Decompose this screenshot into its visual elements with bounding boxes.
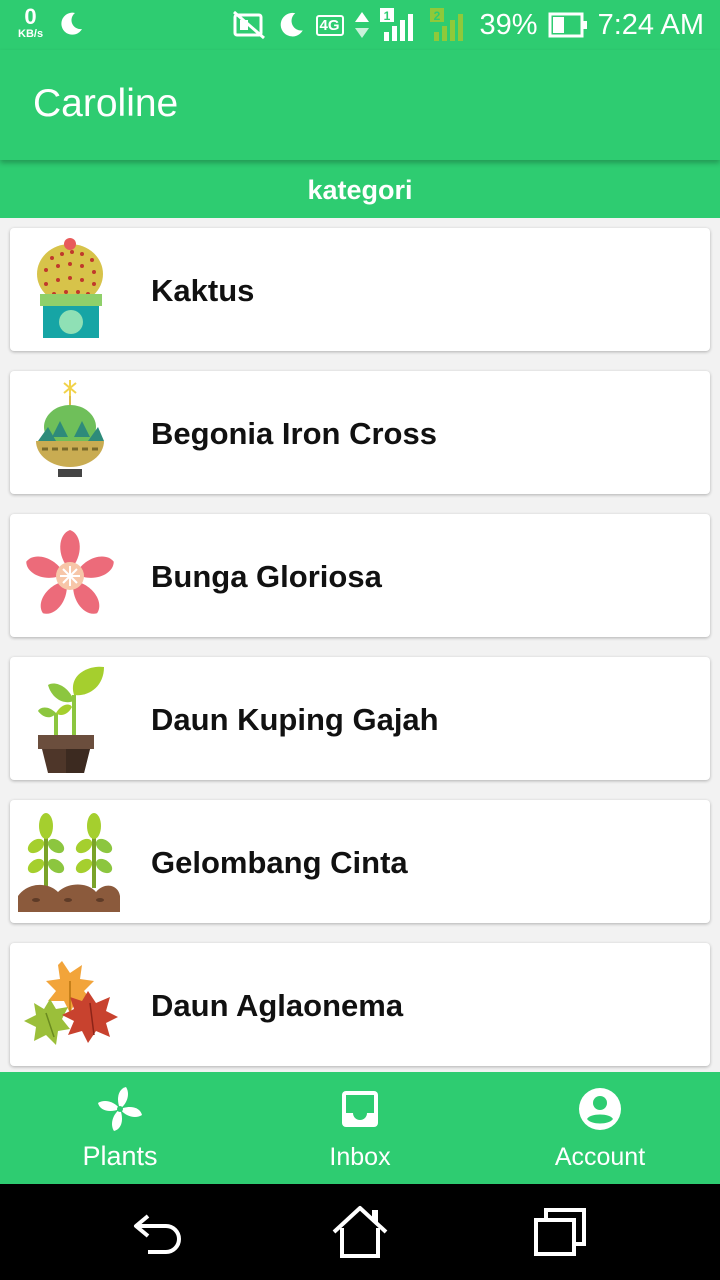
- battery-percent: 39%: [479, 8, 538, 41]
- plant-name: Daun Aglaonema: [151, 988, 404, 1023]
- recent-apps-icon[interactable]: [530, 1204, 590, 1260]
- nav-label: Inbox: [329, 1143, 391, 1171]
- list-item-daun-kuping-gajah[interactable]: Daun Kuping Gajah: [10, 657, 710, 780]
- plant-name: Bunga Gloriosa: [151, 559, 382, 594]
- autumn-leaves-icon: [24, 961, 118, 1045]
- nav-label: Plants: [82, 1141, 158, 1171]
- category-header: kategori: [0, 160, 720, 218]
- data-arrows-icon: [354, 12, 369, 38]
- plant-name: Gelombang Cinta: [151, 845, 408, 880]
- plant-name: Begonia Iron Cross: [151, 416, 437, 451]
- nav-account[interactable]: Account: [480, 1072, 720, 1184]
- nav-inbox[interactable]: Inbox: [240, 1072, 480, 1184]
- sim-slot-label: 1: [383, 9, 390, 23]
- clock: 7:24 AM: [597, 8, 704, 41]
- plant-name: Kaktus: [151, 273, 255, 308]
- app-title: Caroline: [33, 82, 179, 125]
- network-type-badge: 4G: [315, 14, 344, 36]
- status-bar: 0 KB/s 4G 1 2 39% 7:24 AM: [0, 0, 720, 50]
- flower-icon: [26, 530, 114, 614]
- battery-icon: [548, 12, 587, 38]
- signal-icon: 2: [429, 8, 463, 41]
- moon-icon: [61, 12, 83, 35]
- app-bar: Caroline: [0, 50, 720, 160]
- list-item-kaktus[interactable]: Kaktus: [10, 228, 710, 351]
- pinwheel-icon: [98, 1087, 142, 1131]
- signal-icon: 1: [379, 8, 413, 41]
- category-label: kategori: [307, 175, 413, 205]
- nav-plants[interactable]: Plants: [0, 1072, 240, 1184]
- back-icon[interactable]: [130, 1204, 190, 1260]
- account-icon: [579, 1088, 621, 1130]
- no-sim-icon: [232, 10, 265, 40]
- network-speed: 0 KB/s: [18, 6, 43, 40]
- network-speed-value: 0: [24, 4, 37, 29]
- list-item-daun-aglaonema[interactable]: Daun Aglaonema: [10, 943, 710, 1066]
- list-item-begonia-iron-cross[interactable]: Begonia Iron Cross: [10, 371, 710, 494]
- list-item-gelombang-cinta[interactable]: Gelombang Cinta: [10, 800, 710, 923]
- bottom-navigation: Plants Inbox Account: [0, 1072, 720, 1184]
- plant-list: Kaktus Begonia Iron Cross Bunga Gloriosa…: [10, 228, 710, 1086]
- sprout-pot-icon: [38, 666, 104, 773]
- network-speed-unit: KB/s: [18, 28, 44, 40]
- moon-icon: [280, 12, 303, 37]
- inbox-icon: [342, 1091, 378, 1127]
- home-icon[interactable]: [330, 1204, 390, 1260]
- system-navigation-bar: [0, 1184, 720, 1280]
- potted-succulent-icon: [36, 380, 104, 477]
- seedlings-icon: [18, 813, 120, 912]
- nav-label: Account: [554, 1143, 646, 1171]
- list-item-bunga-gloriosa[interactable]: Bunga Gloriosa: [10, 514, 710, 637]
- cactus-icon: [37, 238, 103, 338]
- plant-name: Daun Kuping Gajah: [151, 702, 439, 737]
- sim2-slot-label: 2: [433, 9, 440, 23]
